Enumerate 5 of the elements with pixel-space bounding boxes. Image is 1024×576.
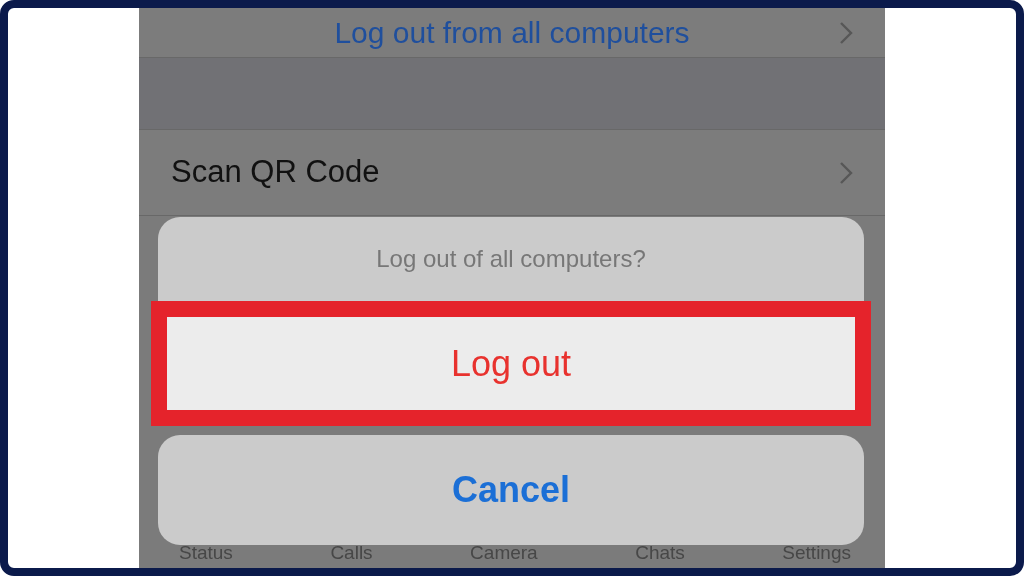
- chevron-icon: [839, 20, 853, 45]
- sheet-title: Log out of all computers?: [158, 217, 864, 301]
- logout-button[interactable]: Log out: [151, 301, 871, 426]
- chevron-icon: [839, 160, 853, 185]
- cancel-button[interactable]: Cancel: [158, 435, 864, 545]
